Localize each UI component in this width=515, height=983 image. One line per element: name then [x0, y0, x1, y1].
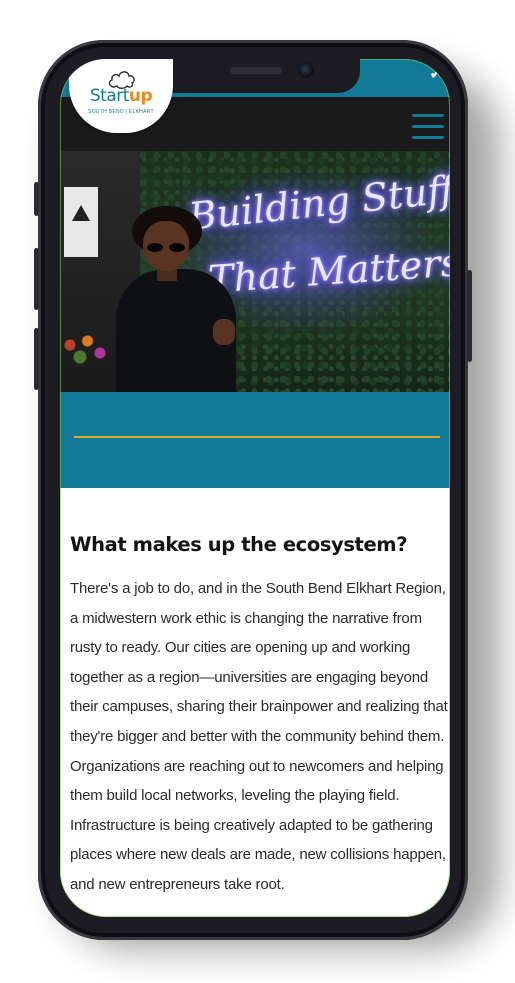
- section-body: There's a job to do, and in the South Be…: [70, 580, 448, 893]
- phone-screen: ✓ Startup SOUTH BEND | ELKHART Building …: [60, 59, 450, 917]
- notch: [150, 59, 360, 93]
- front-camera: [298, 62, 314, 78]
- chevron-icon: ✓: [428, 63, 444, 83]
- hero-caption-band: [60, 392, 450, 488]
- speaker-grille: [230, 67, 282, 74]
- event-banner: [64, 187, 98, 257]
- person-hand: [213, 319, 235, 345]
- device-mockup: ✓ Startup SOUTH BEND | ELKHART Building …: [0, 0, 515, 983]
- logo-wordmark: Startup: [69, 86, 173, 106]
- hamburger-icon[interactable]: [412, 114, 444, 140]
- flower-bouquet: [60, 329, 110, 369]
- section-heading: What makes up the ecosystem?: [70, 533, 408, 556]
- power-button: [467, 270, 472, 362]
- sunglasses: [147, 243, 187, 252]
- gold-divider: [74, 436, 440, 438]
- hero-image: Building Stuff That Matters: [60, 151, 450, 392]
- volume-up-button: [34, 248, 39, 310]
- logo-word-up: up: [128, 86, 153, 106]
- volume-down-button: [34, 328, 39, 390]
- logo-subtitle: SOUTH BEND | ELKHART: [88, 109, 154, 115]
- logo-word-start: Start: [89, 86, 130, 106]
- silent-switch: [34, 182, 39, 216]
